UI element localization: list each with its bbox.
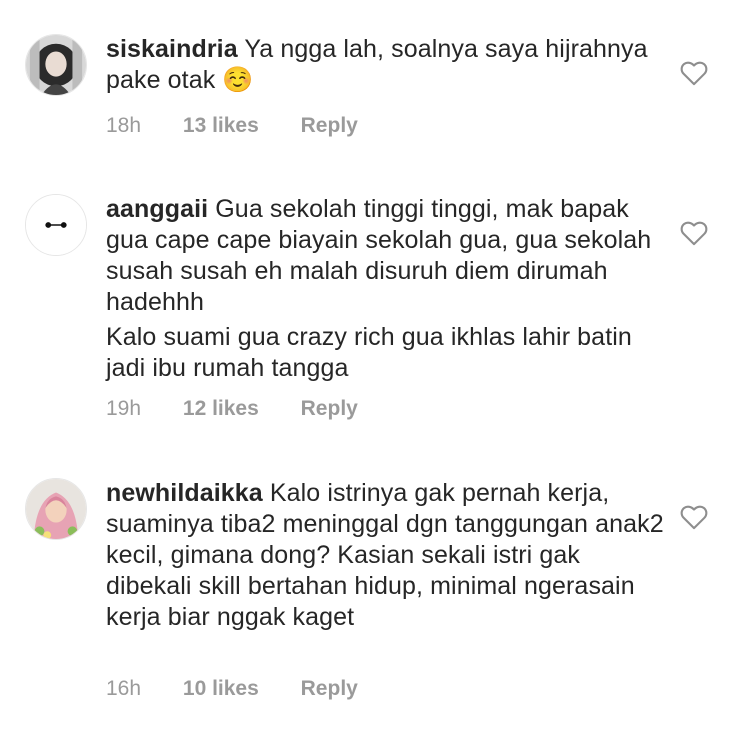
reply-button[interactable]: Reply <box>301 114 358 137</box>
comment-meta: 16h 10 likes Reply <box>106 677 394 701</box>
likes-count[interactable]: 13 likes <box>183 114 259 137</box>
reply-button[interactable]: Reply <box>301 677 358 700</box>
comment-time: 18h <box>106 114 142 137</box>
comment-text: newhildaikka Kalo istrinya gak pernah ke… <box>106 478 666 633</box>
likes-count[interactable]: 12 likes <box>183 397 259 420</box>
comment-username[interactable]: newhildaikka <box>106 479 263 507</box>
avatar[interactable] <box>25 478 87 540</box>
comment-meta: 18h 13 likes Reply <box>106 114 394 138</box>
heart-outline-icon[interactable] <box>680 220 708 246</box>
avatar[interactable] <box>25 34 87 96</box>
comment-time: 16h <box>106 677 142 700</box>
likes-count[interactable]: 10 likes <box>183 677 259 700</box>
comment-username[interactable]: siskaindria <box>106 35 238 63</box>
comment-username[interactable]: aanggaii <box>106 195 208 223</box>
avatar[interactable] <box>25 194 87 256</box>
comment-text: aanggaii Gua sekolah tinggi tinggi, mak … <box>106 194 666 384</box>
comment-meta: 19h 12 likes Reply <box>106 397 394 421</box>
heart-outline-icon[interactable] <box>680 60 708 86</box>
comment-body-line: Kalo suami gua crazy rich gua ikhlas lah… <box>106 323 632 382</box>
comment-text: siskaindria Ya ngga lah, soalnya saya hi… <box>106 34 666 96</box>
reply-button[interactable]: Reply <box>301 397 358 420</box>
heart-outline-icon[interactable] <box>680 504 708 530</box>
comment-time: 19h <box>106 397 142 420</box>
